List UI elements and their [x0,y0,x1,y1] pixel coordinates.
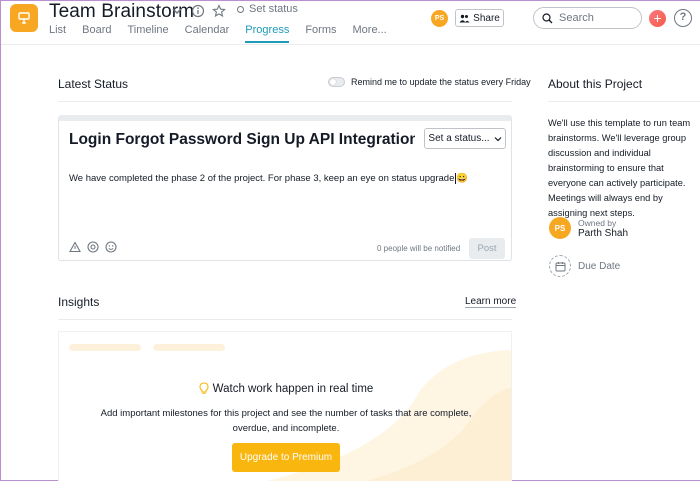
share-label: Share [473,12,500,24]
set-status-link[interactable]: Set status [237,3,298,15]
insights-promo-card: Watch work happen in real time Add impor… [58,331,512,481]
status-update-card: Login Forgot Password Sign Up API Integr… [58,115,512,261]
user-avatar[interactable]: PS [431,10,448,27]
notified-count: 0 people will be notified [377,244,461,253]
tab-list[interactable]: List [49,23,66,43]
tab-calendar[interactable]: Calendar [185,23,230,43]
status-divider [58,101,512,102]
about-project-heading: About this Project [548,77,643,91]
status-title-input[interactable]: Login Forgot Password Sign Up API Integr… [69,131,415,149]
grin-emoji: 😀 [456,173,469,184]
star-icon[interactable] [212,4,226,18]
tab-progress[interactable]: Progress [245,23,290,43]
chevron-down-icon[interactable] [170,4,184,18]
emoji-icon[interactable] [105,241,117,253]
set-a-status-dropdown[interactable]: Set a status... [424,128,506,149]
project-icon[interactable] [10,4,38,32]
search-icon [542,12,553,23]
remind-toggle[interactable] [328,77,345,87]
tab-board[interactable]: Board [82,23,111,43]
tab-more[interactable]: More... [353,23,387,43]
status-body-content: We have completed the phase 2 of the pro… [69,173,455,184]
post-button[interactable]: Post [469,238,505,259]
tab-forms[interactable]: Forms [305,23,336,43]
search-box[interactable] [533,7,642,29]
chevron-down-icon [494,136,502,141]
brainstorm-board-icon [18,12,30,24]
insights-description: Add important milestones for this projec… [100,408,472,434]
upgrade-to-premium-button[interactable]: Upgrade to Premium [232,443,340,472]
top-header: Team Brainstorm Set status List Board Ti… [1,1,700,45]
insights-divider [58,319,512,320]
due-date-button[interactable] [549,255,571,277]
about-divider [548,101,700,102]
remind-toggle-row: Remind me to update the status every Fri… [328,77,531,87]
remind-label: Remind me to update the status every Fri… [351,77,531,87]
insights-heading: Insights [58,295,100,309]
warning-icon[interactable] [69,241,81,253]
owner-avatar[interactable]: PS [549,217,571,239]
latest-status-heading: Latest Status [58,77,129,91]
due-date-label[interactable]: Due Date [578,261,620,272]
share-button[interactable]: Share [455,9,504,27]
lightbulb-icon [199,382,209,394]
status-dot-icon [237,5,244,13]
owned-by-label: Owned by [578,218,617,228]
owner-name[interactable]: Parth Shah [578,228,628,239]
set-a-status-label: Set a status... [428,133,490,144]
info-icon[interactable] [191,4,205,18]
status-toolbar [69,241,117,253]
mention-icon[interactable] [87,241,99,253]
set-status-label: Set status [249,3,298,15]
insights-headline-text: Watch work happen in real time [212,383,374,395]
help-button[interactable]: ? [674,9,692,27]
calendar-icon [555,261,565,271]
status-body-text[interactable]: We have completed the phase 2 of the pro… [69,173,468,184]
search-input[interactable] [559,12,629,24]
insights-headline: Watch work happen in real time [59,382,511,395]
project-tabs: List Board Timeline Calendar Progress Fo… [49,23,403,43]
people-icon [459,14,470,22]
quick-add-button[interactable]: + [649,10,666,27]
tab-timeline[interactable]: Timeline [127,23,168,43]
learn-more-link[interactable]: Learn more [465,296,517,308]
project-description[interactable]: We'll use this template to run team brai… [548,116,700,221]
